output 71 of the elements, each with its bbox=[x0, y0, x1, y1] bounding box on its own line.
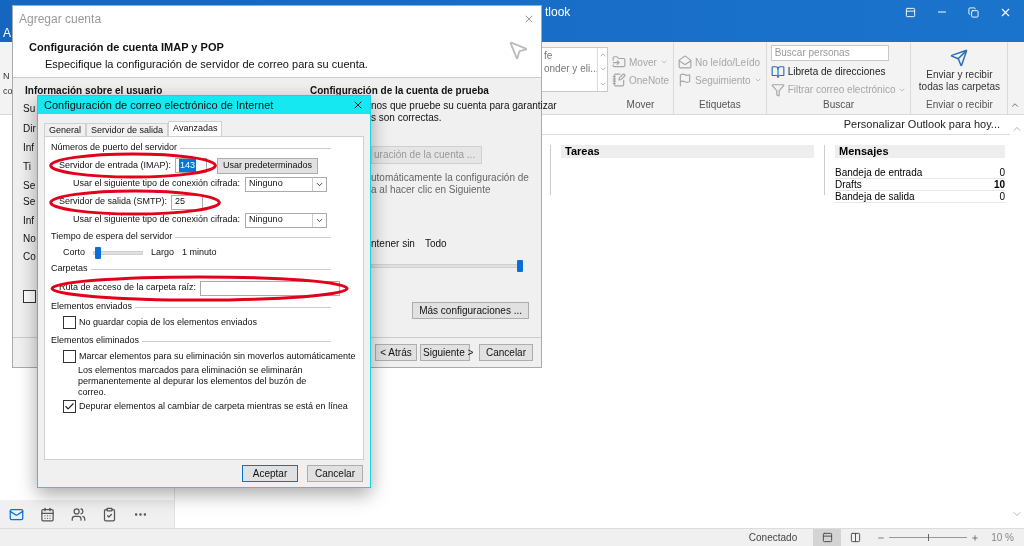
encryption-dropdown[interactable]: Ninguno bbox=[245, 212, 328, 228]
send-receive-button[interactable]: Enviar y recibir todas las carpetas bbox=[915, 49, 1004, 93]
status-text: Conectado bbox=[748, 531, 798, 545]
dialog-button[interactable]: Aceptar bbox=[242, 465, 298, 482]
note-text: Los elementos marcados para eliminación se eliminarán permanentemente al depurar los elementos del buzón de correo. bbox=[78, 365, 308, 398]
folder-name[interactable]: Drafts bbox=[835, 179, 862, 190]
group-heading: Elementos eliminados bbox=[51, 334, 140, 348]
field-label-fragment: No bbox=[23, 233, 36, 245]
field-label-fragment: Su bbox=[23, 103, 36, 115]
group-heading: Carpetas bbox=[51, 262, 88, 276]
ribbon-tab[interactable]: A bbox=[3, 24, 11, 42]
gallery-item[interactable]: fe bbox=[544, 51, 553, 61]
slider-min-label: Corto bbox=[63, 246, 85, 260]
zoom-level: 10 % bbox=[991, 531, 1014, 545]
slider-max-label: Largo bbox=[151, 246, 175, 260]
keep-offline-value: Todo bbox=[424, 238, 447, 250]
ribbon-text-fragment: co bbox=[3, 84, 13, 98]
message-count: 0 bbox=[999, 167, 1005, 178]
field-label: Usar el siguiente tipo de conexión cifrada: bbox=[73, 177, 241, 191]
ribbon-button[interactable]: Libreta de direcciones bbox=[770, 64, 907, 79]
customize-link[interactable]: Personalizar Outlook para hoy... bbox=[843, 116, 1000, 133]
field-label: Usar el siguiente tipo de conexión cifrada: bbox=[73, 213, 241, 227]
field-label-fragment: Ti bbox=[23, 161, 31, 173]
message-count: 0 bbox=[999, 191, 1005, 202]
section-heading: Información sobre el usuario bbox=[25, 84, 164, 98]
use-defaults-button[interactable]: Usar predeterminados bbox=[217, 157, 319, 174]
timeout-value: 1 minuto bbox=[182, 246, 217, 260]
folder-name[interactable]: Bandeja de salida bbox=[835, 191, 915, 202]
ribbon-text-fragment: N bbox=[3, 70, 10, 83]
field-label-fragment: Se bbox=[23, 180, 36, 192]
field-label-fragment: Se bbox=[23, 196, 36, 208]
section-heading: Configuración de la cuenta de prueba bbox=[310, 84, 489, 98]
message-count: 10 bbox=[993, 179, 1005, 190]
field-label-fragment: Inf bbox=[23, 215, 35, 227]
field-label-fragment: Inf bbox=[23, 142, 35, 154]
dialog-title: Configuración de correo electrónico de Internet bbox=[44, 97, 274, 113]
panel-header: Tareas bbox=[561, 145, 814, 158]
field-label: Servidor de salida (SMTP): bbox=[59, 195, 168, 209]
ribbon-group-label: Mover bbox=[625, 98, 656, 112]
instruction-text: nos que pruebe su cuenta para garantizar bbox=[371, 100, 557, 112]
ribbon-group-label: Enviar o recibir bbox=[925, 98, 994, 112]
tab[interactable]: Servidor de salida bbox=[86, 123, 169, 136]
panel-header: Mensajes bbox=[835, 145, 1005, 158]
folder-name[interactable]: Bandeja de entrada bbox=[835, 167, 923, 178]
dialog-button[interactable]: Cancelar bbox=[307, 465, 363, 482]
instruction-text: s son correctas. bbox=[371, 112, 442, 124]
window-title: tlook bbox=[545, 4, 571, 21]
checkbox-label[interactable]: Marcar elementos para su eliminación sin moverlos automáticamente bbox=[79, 349, 356, 364]
field-label: Servidor de entrada (IMAP): bbox=[59, 158, 172, 172]
group-heading: Elementos enviados bbox=[51, 300, 133, 314]
ribbon-group-label: Buscar bbox=[821, 98, 856, 112]
field-label-fragment: Dir bbox=[23, 123, 36, 135]
keep-offline-label: ntener sin bbox=[371, 238, 415, 250]
group-heading: Números de puerto del servidor bbox=[51, 141, 178, 155]
group-heading: Tiempo de espera del servidor bbox=[51, 230, 173, 244]
wizard-subheading: Especifique la configuración de servidor de correo para su cuenta. bbox=[45, 56, 368, 72]
checkbox-label[interactable]: Depurar elementos al cambiar de carpeta mientras se está en línea bbox=[79, 399, 348, 414]
field-label-fragment: Co bbox=[23, 251, 36, 263]
wizard-heading: Configuración de cuenta IMAP y POP bbox=[29, 40, 224, 55]
gallery-item[interactable]: onder y eli... bbox=[544, 64, 597, 74]
tab[interactable]: General bbox=[44, 123, 87, 136]
ribbon-group-label: Etiquetas bbox=[697, 98, 742, 112]
more-settings-button[interactable]: Más configuraciones ... bbox=[412, 302, 529, 319]
tab[interactable]: Avanzadas bbox=[168, 121, 223, 136]
instruction-text: a al hacer clic en Siguiente bbox=[371, 184, 491, 196]
wizard-button[interactable]: Cancelar bbox=[479, 344, 533, 361]
checkbox-label[interactable]: No guardar copia de los elementos enviados bbox=[79, 315, 258, 330]
wizard-button[interactable]: < Atrás bbox=[375, 344, 417, 361]
instruction-text: utomáticamente la configuración de bbox=[371, 172, 529, 184]
encryption-dropdown[interactable]: Ninguno bbox=[245, 176, 328, 192]
dialog-title: Agregar cuenta bbox=[19, 10, 102, 28]
